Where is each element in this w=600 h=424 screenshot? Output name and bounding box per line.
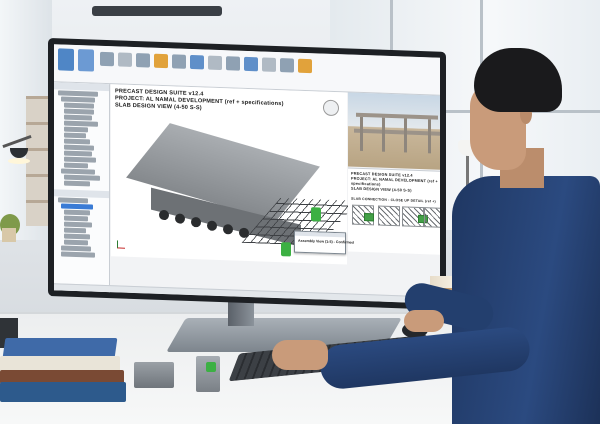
slab-core	[159, 209, 169, 221]
ribbon-tool-icon[interactable]	[244, 56, 258, 72]
plant-pot	[2, 228, 16, 242]
detail-connector	[364, 213, 374, 222]
assembly-dialog[interactable]: Assembly View (1:5) - Confirmed	[294, 230, 354, 255]
cad-screen: PRECAST DESIGN SUITE v12.4 PROJECT: AL N…	[54, 44, 440, 304]
rendered-building-view	[348, 92, 440, 170]
ribbon-tool-icon[interactable]	[78, 49, 94, 72]
tree-item[interactable]	[64, 209, 90, 216]
ribbon-tool-icon[interactable]	[226, 56, 240, 71]
tree-item[interactable]	[64, 102, 94, 109]
precast-model	[134, 362, 174, 388]
ribbon-tool-icon[interactable]	[172, 54, 186, 69]
tree-item[interactable]	[64, 215, 88, 222]
tree-item[interactable]	[61, 251, 95, 258]
tree-item[interactable]	[64, 239, 88, 246]
tree-item[interactable]	[64, 144, 94, 151]
tree-item[interactable]	[61, 245, 91, 252]
tree-item[interactable]	[64, 162, 88, 169]
building-column	[360, 116, 363, 152]
ribbon-tool-icon[interactable]	[100, 51, 114, 67]
detail-drawing	[424, 207, 440, 228]
ribbon-tool-icon[interactable]	[298, 58, 312, 74]
tree-item[interactable]	[64, 150, 92, 157]
connector-part	[281, 242, 291, 257]
detail-drawing	[378, 205, 400, 227]
dialog-titlebar[interactable]	[295, 231, 345, 238]
sheet-caption: PRECAST DESIGN SUITE v12.4 PROJECT: AL N…	[351, 172, 440, 195]
tree-item[interactable]	[64, 233, 90, 240]
building-column	[382, 117, 385, 152]
tree-item[interactable]	[64, 108, 94, 115]
ribbon-tool-icon[interactable]	[58, 48, 74, 71]
spec-sheet: PRECAST DESIGN SUITE v12.4 PROJECT: AL N…	[348, 167, 440, 255]
book	[0, 382, 126, 402]
project-browser	[54, 82, 110, 295]
tree-item[interactable]	[64, 126, 88, 133]
slab-core	[223, 224, 233, 235]
person-hand	[404, 310, 444, 332]
connection-caption: SLAB CONNECTION - CLOSE UP DETAIL (ref +…	[351, 196, 436, 204]
tree-item[interactable]	[64, 227, 86, 234]
tree-item[interactable]	[64, 132, 86, 139]
axis-icon	[117, 240, 125, 249]
ribbon-tool-icon[interactable]	[208, 55, 222, 71]
slab-core	[207, 220, 217, 231]
tree-item[interactable]	[64, 180, 90, 187]
tree-item[interactable]	[58, 197, 88, 204]
tree-item[interactable]	[64, 114, 92, 121]
ribbon-tool-icon[interactable]	[280, 58, 294, 73]
ribbon-tool-icon[interactable]	[154, 53, 168, 69]
ribbon-tool-icon[interactable]	[262, 57, 276, 72]
building-column	[404, 118, 407, 153]
slab-core	[191, 216, 201, 228]
ribbon-tool-icon[interactable]	[190, 54, 204, 70]
tree-item[interactable]	[64, 138, 90, 145]
precast-model-connector	[206, 362, 216, 372]
monitor: PRECAST DESIGN SUITE v12.4 PROJECT: AL N…	[48, 38, 446, 310]
lamp-glow	[8, 158, 30, 164]
ribbon-tool-icon[interactable]	[136, 53, 150, 68]
building-column	[428, 119, 431, 154]
building-floor	[356, 112, 438, 120]
connector-part	[311, 207, 321, 222]
person-hand	[272, 340, 328, 370]
tree-item[interactable]	[64, 221, 92, 228]
dialog-text: Assembly View (1:5) - Confirmed	[298, 238, 354, 245]
viewcube-icon[interactable]	[323, 99, 339, 117]
ceiling-light	[92, 6, 222, 16]
ribbon-tool-icon[interactable]	[118, 52, 132, 67]
viewport-caption: PRECAST DESIGN SUITE v12.4 PROJECT: AL N…	[115, 88, 284, 115]
book	[2, 338, 118, 358]
slab-core	[175, 213, 185, 224]
